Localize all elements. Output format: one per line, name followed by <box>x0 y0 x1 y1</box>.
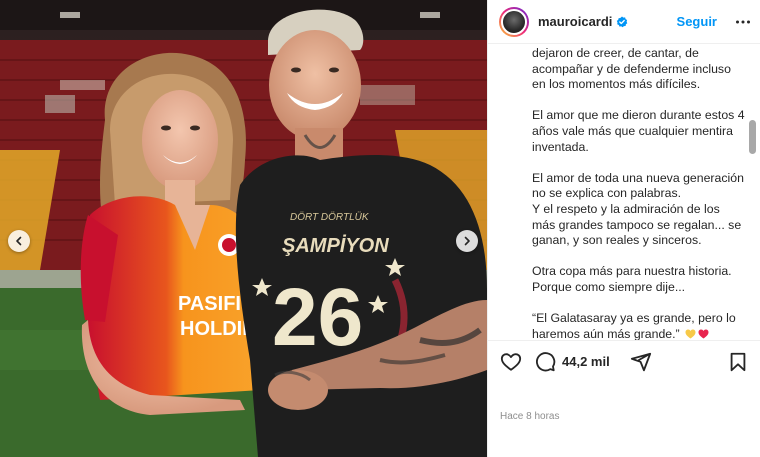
caption-scroll-area[interactable]: dejaron de creer, de cantar, de acompaña… <box>488 44 760 340</box>
follow-button[interactable]: Seguir <box>677 14 717 29</box>
save-button[interactable] <box>727 351 749 373</box>
share-icon <box>630 352 651 371</box>
previous-image-button[interactable] <box>8 230 30 252</box>
bookmark-icon <box>730 352 746 371</box>
shirt-number: 26 <box>272 272 363 363</box>
post-header: mauroicardi Seguir <box>488 0 760 44</box>
post-panel: mauroicardi Seguir dejaron de creer, de … <box>487 0 760 457</box>
jersey-text-line1: PASIFI <box>178 293 241 315</box>
verified-badge-icon <box>617 16 628 27</box>
caption-text: dejaron de creer, de cantar, de acompaña… <box>532 46 746 340</box>
caption-scrollbar-thumb[interactable] <box>749 120 756 154</box>
username-link[interactable]: mauroicardi <box>538 14 612 29</box>
comment-button[interactable] <box>534 351 556 373</box>
share-button[interactable] <box>630 351 652 373</box>
caption-quote-line: “El Galatasaray ya es grande, pero lo ha… <box>532 311 746 340</box>
caption-paragraph: dejaron de creer, de cantar, de acompaña… <box>532 46 731 92</box>
chevron-right-icon <box>464 236 470 246</box>
action-bar: 44,2 mil <box>488 340 760 382</box>
like-button[interactable] <box>500 351 522 373</box>
chevron-left-icon <box>16 236 22 246</box>
avatar[interactable] <box>499 6 529 37</box>
caption-paragraph: El amor de toda una nueva generación no … <box>532 170 744 248</box>
more-options-icon[interactable] <box>735 14 751 30</box>
post-image: PASIFI HOLDIN DÖRT DÖRTLÜK ŞAMPİYON 26 <box>0 0 487 457</box>
caption-paragraph: Otra copa más para nuestra historia. Por… <box>532 264 732 294</box>
caption-paragraph: El amor que me dieron durante estos 4 añ… <box>532 108 745 154</box>
comment-icon <box>536 351 556 371</box>
shirt-text-main: ŞAMPİYON <box>282 234 389 257</box>
comment-count[interactable]: 44,2 mil <box>562 354 610 369</box>
post-timestamp[interactable]: Hace 8 horas <box>500 411 559 422</box>
yellow-heart-icon <box>685 329 696 339</box>
post-photo[interactable]: PASIFI HOLDIN DÖRT DÖRTLÜK ŞAMPİYON 26 <box>0 0 487 457</box>
red-heart-icon <box>698 329 709 339</box>
next-image-button[interactable] <box>456 230 478 252</box>
heart-icon <box>500 352 522 371</box>
shirt-text-top: DÖRT DÖRTLÜK <box>290 211 370 223</box>
